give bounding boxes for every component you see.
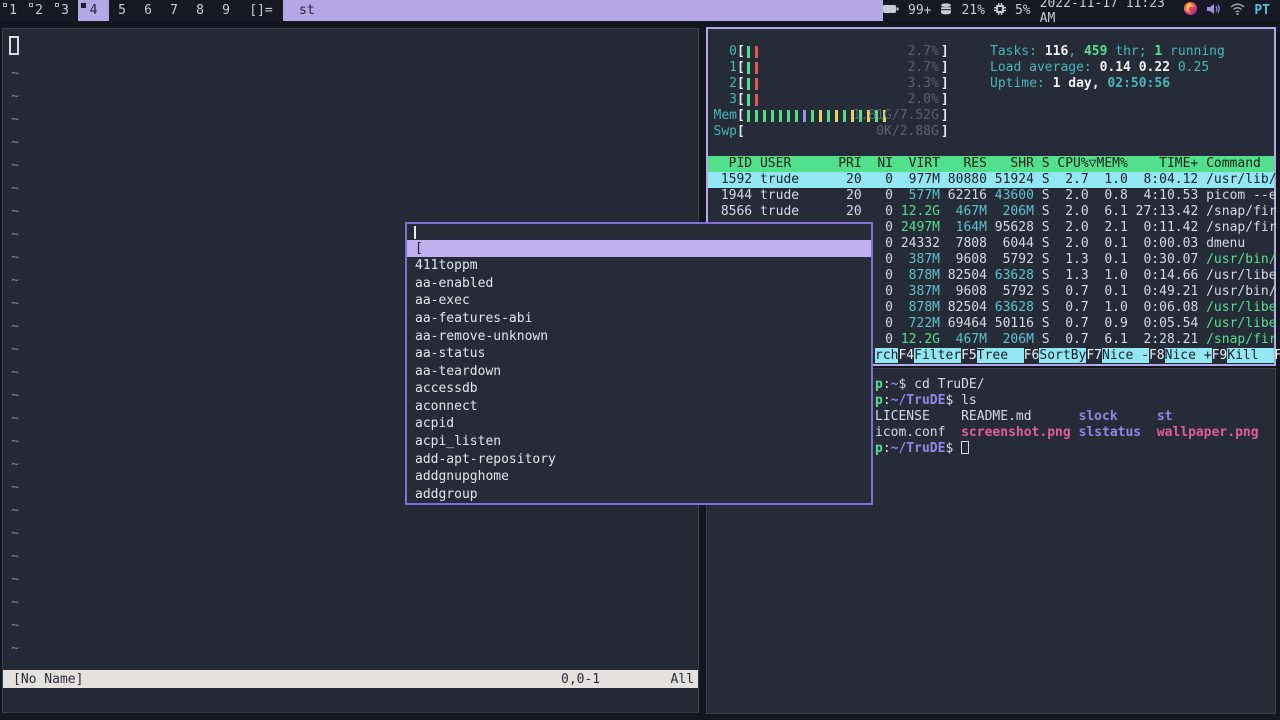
wifi-icon[interactable]	[1230, 3, 1245, 19]
vim-cursor-position: 0,0-1	[561, 671, 601, 687]
battery-icon	[883, 3, 899, 18]
status-bar: 123456789 []= st 99+ 21% 5% 2022-11-17 1…	[0, 0, 1280, 26]
workspace-tag-3[interactable]: 3	[52, 0, 78, 21]
htop-meter-2: 2[3.3%]	[729, 76, 949, 91]
memory-usage: 5%	[1014, 3, 1031, 18]
disk-icon	[940, 2, 952, 19]
workspace-tag-4[interactable]: 4	[78, 0, 109, 21]
htop-process-row[interactable]: 8566 trude 20 0 12.2G 467M 206M S 2.0 6.…	[708, 204, 1277, 220]
firefox-tray-icon[interactable]	[1183, 1, 1198, 20]
terminal-line: p:~$ cd TruDE/	[875, 377, 985, 392]
launcher-item[interactable]: aa-exec	[407, 292, 871, 310]
vim-empty-lines: ~~~~~~~~~~~~~~~~~~~~~~~~~~~	[11, 66, 19, 679]
workspace-tag-8[interactable]: 8	[187, 0, 213, 21]
launcher-item[interactable]: aa-enabled	[407, 275, 871, 293]
dmenu-launcher[interactable]: [ 411toppm aa-enabled aa-exec aa-features-a…	[405, 222, 873, 505]
launcher-item[interactable]: aa-status	[407, 345, 871, 363]
terminal-prompt-line: p:~/TruDE$	[875, 441, 970, 457]
htop-meter-swp: Swp[0K/2.88G]	[713, 124, 949, 139]
htop-process-row[interactable]: 1944 trude 20 0 577M 62216 43600 S 2.0 0…	[708, 188, 1277, 204]
keyboard-layout-indicator[interactable]: PT	[1254, 3, 1270, 18]
vim-statusline: [No Name] 0,0-1 All	[3, 670, 698, 688]
volume-icon[interactable]	[1207, 3, 1221, 19]
workspace-occupied-indicator	[81, 3, 86, 8]
vim-cursor	[9, 36, 19, 55]
focused-window-title: st	[283, 0, 883, 21]
workspace-occupied-indicator	[3, 3, 7, 7]
workspace-occupied-indicator	[55, 3, 59, 7]
htop-meter-3: 3[2.0%]	[729, 92, 949, 107]
launcher-item[interactable]: add-apt-repository	[407, 450, 871, 468]
terminal-line: LICENSE README.md slock st	[875, 409, 1173, 424]
terminal-cursor	[961, 441, 970, 454]
launcher-item[interactable]: aa-features-abi	[407, 310, 871, 328]
status-widgets: 99+ 21% 5% 2022-11-17 11:23 AM PT	[883, 0, 1280, 26]
launcher-item-list: 411toppm aa-enabled aa-exec aa-features-abi…	[407, 257, 871, 503]
launcher-item[interactable]: accessdb	[407, 380, 871, 398]
terminal-line: p:~/TruDE$ ls	[875, 393, 977, 408]
workspace-tag-1[interactable]: 1	[0, 0, 26, 21]
htop-meter-mem: Mem[1.81G/7.52G]	[713, 108, 949, 123]
memory-icon	[993, 2, 1006, 19]
workspace-tag-9[interactable]: 9	[213, 0, 239, 21]
workspace-tags: 123456789	[0, 0, 239, 21]
workspace-tag-2[interactable]: 2	[26, 0, 52, 21]
launcher-text-caret	[414, 226, 416, 239]
launcher-selected-item[interactable]: [	[407, 240, 871, 257]
launcher-item[interactable]: acpid	[407, 415, 871, 433]
launcher-search-input[interactable]	[407, 224, 871, 240]
htop-uptime-line: Uptime: 1 day, 02:50:56	[990, 76, 1171, 91]
htop-table-header[interactable]: PID USER PRI NI VIRT RES SHR S CPU%▽MEM%…	[708, 156, 1274, 172]
layout-indicator[interactable]: []=	[239, 0, 283, 21]
htop-process-row-selected[interactable]: 1592 trude 20 0 977M 80880 51924 S 2.7 1…	[708, 172, 1277, 188]
workspace-tag-5[interactable]: 5	[109, 0, 135, 21]
launcher-item[interactable]: aa-teardown	[407, 362, 871, 380]
workspace-tag-6[interactable]: 6	[135, 0, 161, 21]
htop-load-line: Load average: 0.14 0.22 0.25	[990, 60, 1210, 75]
launcher-item[interactable]: aa-remove-unknown	[407, 327, 871, 345]
terminal-line: icom.conf screenshot.png slstatus wallpa…	[875, 425, 1259, 440]
vim-file-name: [No Name]	[13, 671, 84, 687]
launcher-item[interactable]: addgroup	[407, 486, 871, 504]
battery-percent: 99+	[908, 3, 932, 18]
clock: 2022-11-17 11:23 AM	[1039, 0, 1165, 26]
workspace-occupied-indicator	[29, 3, 33, 7]
vim-scroll-indicator: All	[670, 671, 694, 687]
htop-meter-0: 0[2.7%]	[729, 44, 949, 59]
htop-tasks-line: Tasks: 116, 459 thr; 1 running	[990, 44, 1225, 59]
htop-function-key-bar[interactable]: rchF4FilterF5Tree F6SortByF7Nice -F8Nice…	[875, 348, 1280, 364]
launcher-item[interactable]: addgnupghome	[407, 468, 871, 486]
htop-meters: 0[2.7%] 1[2.7%] 2[3.3%] 3[2.0%] Mem[1.81G/7.…	[713, 44, 949, 140]
workspace-tag-7[interactable]: 7	[161, 0, 187, 21]
htop-meter-1: 1[2.7%]	[729, 60, 949, 75]
disk-usage: 21%	[961, 3, 985, 18]
launcher-item[interactable]: 411toppm	[407, 257, 871, 275]
launcher-item[interactable]: aconnect	[407, 398, 871, 416]
launcher-item[interactable]: acpi_listen	[407, 433, 871, 451]
